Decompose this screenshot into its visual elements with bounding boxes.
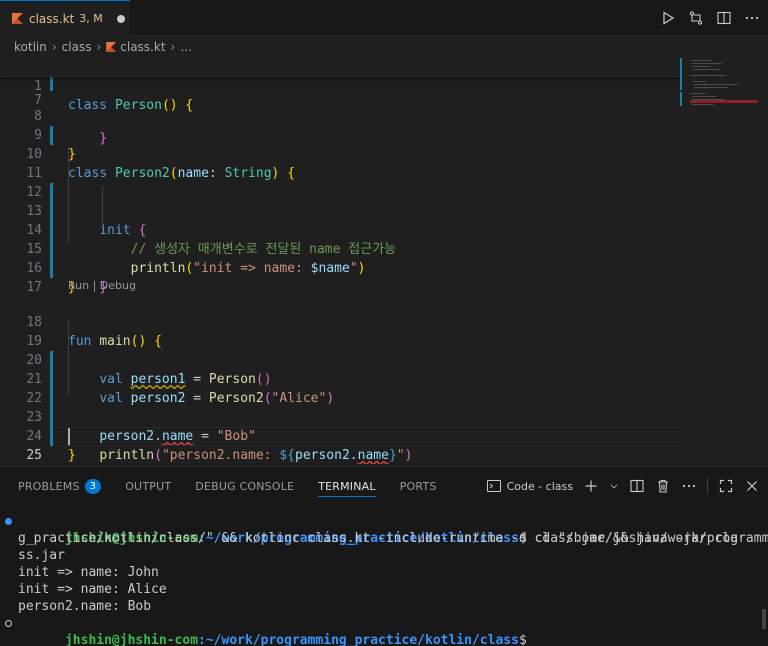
tab-problems[interactable]: PROBLEMS 3 bbox=[18, 467, 102, 505]
breadcrumb-symbol[interactable]: … bbox=[180, 40, 192, 54]
tab-class-kt[interactable]: class.kt 3, M bbox=[0, 0, 130, 36]
command-success-icon[interactable] bbox=[5, 518, 12, 525]
chevron-down-icon[interactable] bbox=[609, 478, 619, 494]
code-line: 24 } bbox=[26, 429, 76, 463]
breadcrumb-class[interactable]: class bbox=[62, 40, 92, 54]
split-terminal-icon[interactable] bbox=[629, 478, 645, 494]
chevron-right-icon: › bbox=[51, 40, 57, 54]
terminal-line: init => name: John bbox=[18, 565, 159, 580]
chevron-right-icon: › bbox=[170, 40, 176, 54]
tab-title: class.kt bbox=[29, 11, 75, 26]
kotlin-file-icon bbox=[12, 13, 23, 24]
terminal-line: init => name: Alice bbox=[18, 582, 167, 597]
more-actions-icon[interactable] bbox=[744, 10, 760, 26]
unsaved-dot-icon[interactable] bbox=[116, 14, 125, 23]
code-editor[interactable]: 7 } 8 } 9 10 class Person2(name: String)… bbox=[0, 58, 768, 464]
code-line: 20 val person2 = Person2("Alice") bbox=[26, 353, 335, 406]
breadcrumb-kotlin[interactable]: kotlin bbox=[14, 40, 47, 54]
code-line: 10 class Person2(name: String) { bbox=[26, 147, 296, 181]
code-line: 25 bbox=[0, 427, 680, 463]
trash-icon[interactable] bbox=[655, 478, 671, 494]
terminal-line: jhshin@jhshin-com:~/work/programming_pra… bbox=[0, 615, 768, 646]
code-line: 18 fun main() { bbox=[26, 315, 162, 349]
more-actions-icon[interactable] bbox=[681, 478, 697, 494]
codelens-run-debug[interactable]: Run | Debug bbox=[68, 278, 136, 294]
kotlin-file-icon bbox=[106, 42, 117, 52]
sticky-scroll-header[interactable]: 1 class Person() { bbox=[0, 58, 680, 113]
code-line: 14 println("init => name: $name") bbox=[26, 223, 366, 276]
bottom-panel: PROBLEMS 3 OUTPUT DEBUG CONSOLE TERMINAL… bbox=[0, 466, 768, 646]
code-line: 12 init { bbox=[26, 185, 147, 238]
split-editor-icon[interactable] bbox=[716, 10, 732, 26]
code-line: 22 person2.name = "Bob" bbox=[26, 391, 256, 444]
tab-ports[interactable]: PORTS bbox=[400, 467, 437, 505]
new-terminal-icon[interactable] bbox=[583, 478, 599, 494]
minimap[interactable] bbox=[680, 58, 768, 464]
command-pending-icon[interactable] bbox=[5, 620, 12, 627]
terminal-name: Code - class bbox=[506, 479, 573, 493]
terminal-line: jhshin@jhshin-com:~/work/programming_pra… bbox=[0, 513, 768, 546]
code-line: 11 bbox=[0, 145, 680, 202]
text-cursor bbox=[68, 428, 70, 445]
code-line: 16 } bbox=[26, 261, 76, 295]
tab-terminal[interactable]: TERMINAL bbox=[318, 467, 376, 505]
code-line: 26 bbox=[0, 446, 680, 464]
run-icon[interactable] bbox=[660, 10, 676, 26]
maximize-panel-icon[interactable] bbox=[718, 478, 734, 494]
terminal-scrollbar[interactable] bbox=[762, 609, 766, 629]
code-line: 23 println("person2.name: ${person2.name… bbox=[26, 410, 413, 463]
code-line: 13 // 생성자 매개변수로 전달된 name 접근가능 bbox=[26, 204, 397, 257]
breadcrumb: kotlin › class › class.kt › … bbox=[0, 36, 768, 58]
terminal-line: ss.jar bbox=[18, 548, 65, 563]
code-line: 15 } bbox=[26, 242, 108, 295]
code-line: 21 bbox=[0, 351, 680, 408]
code-line: 17 bbox=[26, 280, 42, 295]
close-icon[interactable] bbox=[744, 478, 760, 494]
terminal-line: person2.name: Bob bbox=[18, 599, 152, 614]
chevron-right-icon: › bbox=[96, 40, 102, 54]
compare-changes-icon[interactable] bbox=[688, 10, 704, 26]
separator bbox=[707, 478, 708, 494]
terminal-line: g_practice/kotlin/class/" && kotlinc cla… bbox=[18, 531, 739, 546]
tab-output[interactable]: OUTPUT bbox=[125, 467, 171, 505]
editor-tab-bar: class.kt 3, M bbox=[0, 0, 768, 36]
terminal-icon bbox=[486, 478, 502, 494]
terminal-selector[interactable]: Code - class bbox=[486, 478, 573, 494]
code-line: 19 val person1 = Person() bbox=[26, 334, 272, 387]
problems-count-badge: 3 bbox=[84, 478, 102, 494]
tab-debug-console[interactable]: DEBUG CONSOLE bbox=[195, 467, 294, 505]
breadcrumb-file[interactable]: class.kt bbox=[120, 40, 165, 54]
terminal-output[interactable]: jhshin@jhshin-com:~/work/programming_pra… bbox=[0, 513, 768, 646]
tab-problem-badge: 3, M bbox=[79, 12, 103, 25]
